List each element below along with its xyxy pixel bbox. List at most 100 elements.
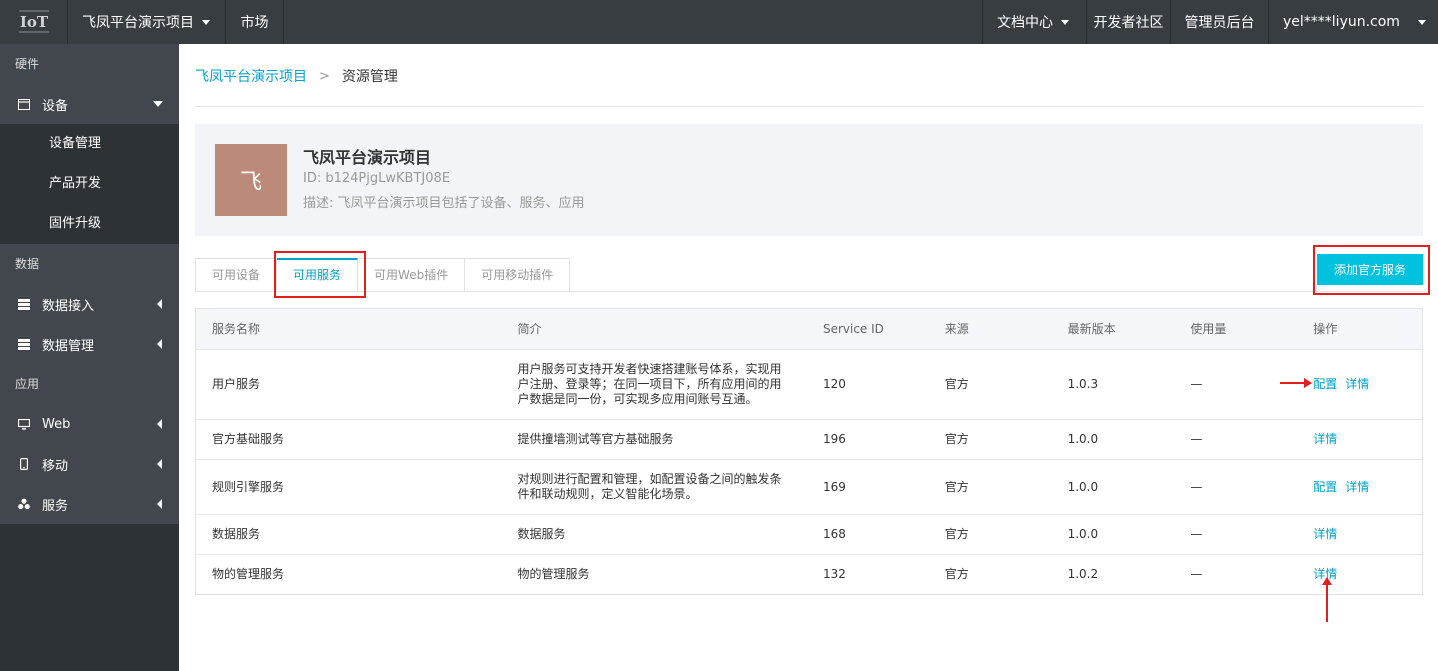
svg-text:IoT: IoT xyxy=(19,13,48,31)
developer-community-link[interactable]: 开发者社区 xyxy=(1086,0,1170,44)
database-icon xyxy=(18,338,30,350)
service-usage: — xyxy=(1190,567,1203,581)
resource-tabs: 可用设备 可用服务 可用Web插件 可用移动插件 xyxy=(195,258,571,292)
developer-community-label: 开发者社区 xyxy=(1093,15,1164,31)
table-row: 物的管理服务 物的管理服务 132 官方 1.0.2 — 详情 xyxy=(196,554,1422,594)
service-intro: 物的管理服务 xyxy=(517,567,590,581)
tabs-divider xyxy=(195,291,1423,292)
service-name: 官方基础服务 xyxy=(212,432,285,446)
sidebar-item-web[interactable]: Web xyxy=(0,404,179,444)
column-header-name: 服务名称 xyxy=(212,321,261,336)
admin-console-link[interactable]: 管理员后台 xyxy=(1170,0,1268,44)
row-actions: 配置 详情 xyxy=(1297,377,1422,392)
service-intro: 提供撞墙测试等官方基础服务 xyxy=(517,432,674,446)
service-intro: 用户服务可支持开发者快速搭建账号体系，实现用户注册、登录等；在同一项目下，所有应… xyxy=(517,362,782,406)
project-name: 飞凤平台演示项目 xyxy=(303,148,432,167)
breadcrumb-project-link[interactable]: 飞凤平台演示项目 xyxy=(195,66,307,86)
service-source: 官方 xyxy=(944,432,969,446)
sidebar-item-product-development[interactable]: 产品开发 xyxy=(0,164,179,204)
main-content: 飞凤平台演示项目 > 资源管理 飞 飞凤平台演示项目 ID: b124PjgLw… xyxy=(179,44,1438,671)
project-id: ID: b124PjgLwKBTJ08E xyxy=(303,171,450,186)
user-account-label: yel****liyun.com xyxy=(1283,14,1400,30)
sidebar-item-label: 服务 xyxy=(42,498,69,514)
column-header-source: 来源 xyxy=(944,321,969,336)
sidebar-item-device[interactable]: 设备 xyxy=(0,84,179,124)
sidebar-item-mobile[interactable]: 移动 xyxy=(0,444,179,484)
breadcrumb: 飞凤平台演示项目 > 资源管理 xyxy=(195,66,398,86)
service-id: 168 xyxy=(822,527,846,541)
service-usage: — xyxy=(1190,479,1203,494)
window-icon xyxy=(18,98,30,110)
divider xyxy=(195,106,1423,107)
chevron-down-icon xyxy=(1417,19,1426,25)
sidebar-item-service[interactable]: 服务 xyxy=(0,484,179,524)
row-actions: 配置 详情 xyxy=(1297,480,1422,495)
service-intro: 数据服务 xyxy=(517,527,566,541)
highlight-box-button xyxy=(1313,245,1430,295)
market-link[interactable]: 市场 xyxy=(226,0,284,44)
project-switcher-label: 飞凤平台演示项目 xyxy=(82,15,194,31)
sidebar-group-data: 数据 xyxy=(0,244,179,284)
iot-logo-icon[interactable]: IoT xyxy=(0,0,68,44)
sidebar-item-data-management[interactable]: 数据管理 xyxy=(0,324,179,364)
row-actions: 详情 xyxy=(1297,527,1422,542)
configure-link[interactable]: 配置 xyxy=(1313,377,1337,392)
table-row: 数据服务 数据服务 168 官方 1.0.0 — 详情 xyxy=(196,514,1422,554)
breadcrumb-separator: > xyxy=(319,68,330,84)
caret-left-icon xyxy=(157,419,162,429)
admin-console-label: 管理员后台 xyxy=(1184,15,1255,31)
sidebar-item-label: 数据接入 xyxy=(42,298,95,314)
service-name: 物的管理服务 xyxy=(212,567,285,581)
user-account-menu[interactable]: yel****liyun.com xyxy=(1268,0,1438,44)
tab-available-web-plugins[interactable]: 可用Web插件 xyxy=(358,258,466,292)
breadcrumb-current: 资源管理 xyxy=(341,69,398,85)
sidebar: 硬件 设备 设备管理 产品开发 固件升级 数据 数据接入 数据管理 应用 Web xyxy=(0,44,179,671)
project-info-card: 飞 飞凤平台演示项目 ID: b124PjgLwKBTJ08E 描述: 飞凤平台… xyxy=(195,124,1423,236)
details-link[interactable]: 详情 xyxy=(1313,527,1337,542)
service-version: 1.0.0 xyxy=(1067,527,1099,541)
docs-center-label: 文档中心 xyxy=(997,15,1053,31)
service-name: 规则引擎服务 xyxy=(212,479,285,494)
details-link[interactable]: 详情 xyxy=(1345,377,1369,392)
service-intro: 对规则进行配置和管理，如配置设备之间的触发条件和联动规则，定义智能化场景。 xyxy=(517,472,782,501)
service-usage: — xyxy=(1190,432,1203,446)
tab-available-devices[interactable]: 可用设备 xyxy=(195,258,278,292)
caret-left-icon xyxy=(157,299,162,309)
sidebar-item-data-access[interactable]: 数据接入 xyxy=(0,284,179,324)
sidebar-item-firmware-upgrade[interactable]: 固件升级 xyxy=(0,204,179,244)
database-icon xyxy=(18,298,30,310)
market-link-label: 市场 xyxy=(240,15,269,31)
table-row: 官方基础服务 提供撞墙测试等官方基础服务 196 官方 1.0.0 — 详情 xyxy=(196,419,1422,459)
caret-left-icon xyxy=(157,339,162,349)
column-header-actions: 操作 xyxy=(1313,321,1338,336)
sidebar-group-hardware: 硬件 xyxy=(0,44,179,84)
annotation-arrow-right-icon xyxy=(1280,378,1312,388)
services-table: 服务名称 简介 Service ID 来源 最新版本 使用量 操作 用户服务 用… xyxy=(195,308,1423,595)
annotation-arrow-up-icon xyxy=(1322,577,1332,622)
column-header-version: 最新版本 xyxy=(1067,321,1116,336)
tab-available-mobile-plugins[interactable]: 可用移动插件 xyxy=(465,258,571,292)
monitor-icon xyxy=(18,418,30,430)
details-link[interactable]: 详情 xyxy=(1313,432,1337,447)
row-actions: 详情 xyxy=(1297,567,1422,582)
top-navbar: IoT 飞凤平台演示项目 市场 文档中心 开发者社区 管理员后台 yel****… xyxy=(0,0,1438,44)
project-switcher[interactable]: 飞凤平台演示项目 xyxy=(68,0,226,44)
sidebar-item-label: Web xyxy=(42,416,71,432)
chevron-down-icon xyxy=(1061,19,1069,25)
mobile-phone-icon xyxy=(18,458,30,470)
column-header-intro: 简介 xyxy=(517,321,542,336)
caret-left-icon xyxy=(157,459,162,469)
project-description: 描述: 飞凤平台演示项目包括了设备、服务、应用 xyxy=(303,196,585,211)
service-version: 1.0.0 xyxy=(1067,479,1099,494)
service-version: 1.0.3 xyxy=(1067,377,1099,391)
configure-link[interactable]: 配置 xyxy=(1313,480,1337,495)
details-link[interactable]: 详情 xyxy=(1345,480,1369,495)
table-row: 用户服务 用户服务可支持开发者快速搭建账号体系，实现用户注册、登录等；在同一项目… xyxy=(196,349,1422,419)
sidebar-item-label: 数据管理 xyxy=(42,338,95,354)
service-source: 官方 xyxy=(944,567,969,581)
service-source: 官方 xyxy=(944,527,969,541)
service-name: 用户服务 xyxy=(212,377,261,391)
sidebar-item-device-management[interactable]: 设备管理 xyxy=(0,124,179,164)
docs-center-menu[interactable]: 文档中心 xyxy=(982,0,1086,44)
sidebar-item-label: 移动 xyxy=(42,458,69,474)
